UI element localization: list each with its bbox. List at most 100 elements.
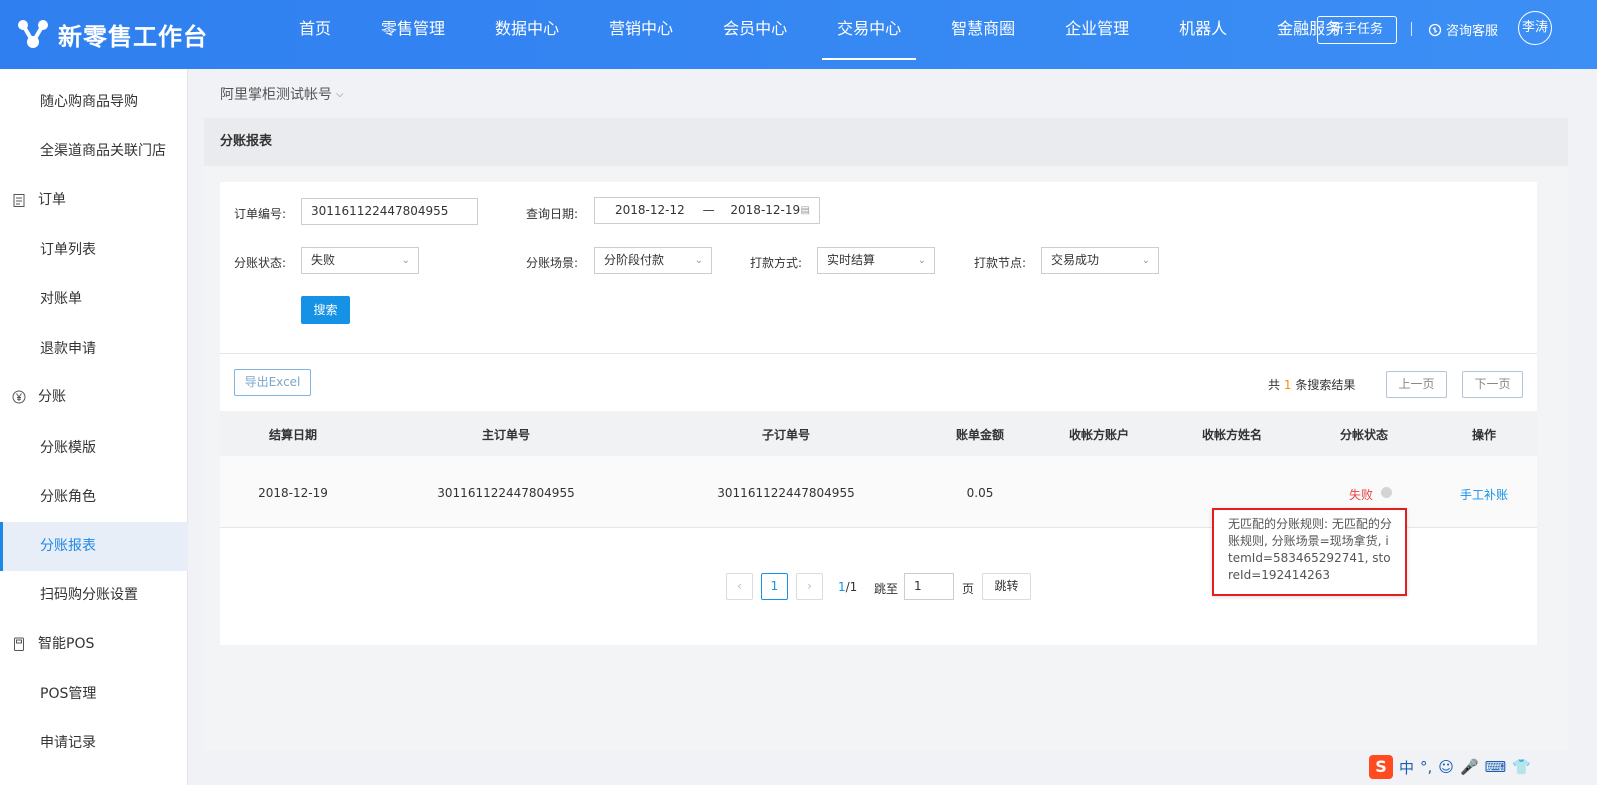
next-page-button[interactable]: 下一页 bbox=[1462, 371, 1523, 398]
nav-retail[interactable]: 零售管理 bbox=[366, 0, 460, 69]
ime-keyboard-icon[interactable]: ⌨ bbox=[1485, 758, 1507, 776]
page-unit: 页 bbox=[962, 582, 975, 596]
manual-reconcile-link[interactable]: 手工补账 bbox=[1460, 486, 1508, 503]
logo-icon bbox=[18, 20, 48, 48]
sidebar-group-label: 分账 bbox=[38, 389, 66, 405]
support-label: 咨询客服 bbox=[1446, 24, 1499, 39]
scene-select[interactable]: 分阶段付款 ⌄ bbox=[594, 247, 712, 274]
account-switcher[interactable]: 阿里掌柜测试帐号 ⌵ bbox=[220, 84, 344, 104]
headset-icon bbox=[1428, 23, 1442, 36]
sidebar-item-refund[interactable]: 退款申请 bbox=[0, 325, 188, 374]
nav-marketing[interactable]: 营销中心 bbox=[594, 0, 688, 69]
page-title: 分账报表 bbox=[204, 118, 1568, 166]
date-start: 2018-12-12 bbox=[615, 203, 685, 217]
clipboard-icon bbox=[12, 193, 26, 207]
sidebar-item-split-template[interactable]: 分账模版 bbox=[0, 424, 188, 473]
pay-method-label: 打款方式: bbox=[750, 256, 803, 270]
status-info-icon[interactable] bbox=[1381, 487, 1392, 498]
page-total: /1 bbox=[845, 580, 858, 594]
col-payee-account: 收帐方账户 bbox=[1068, 428, 1130, 442]
sogou-logo-icon[interactable]: S bbox=[1369, 755, 1393, 779]
sidebar-item-guide[interactable]: 随心购商品导购 bbox=[0, 78, 188, 127]
search-button[interactable]: 搜索 bbox=[301, 296, 350, 324]
top-navigation-bar: 新零售工作台 首页 零售管理 数据中心 营销中心 会员中心 交易中心 智慧商圈 … bbox=[0, 0, 1597, 69]
sidebar: 随心购商品导购 全渠道商品关联门店 订单 订单列表 对账单 退款申请 分账 分账… bbox=[0, 69, 188, 785]
pager-prev-button[interactable]: ‹ bbox=[726, 573, 753, 600]
col-settle-date: 结算日期 bbox=[268, 428, 318, 442]
chevron-down-icon: ⌄ bbox=[917, 255, 926, 266]
calendar-icon: ▤ bbox=[800, 205, 810, 216]
nav-smart-district[interactable]: 智慧商圈 bbox=[936, 0, 1030, 69]
chevron-down-icon: ⌄ bbox=[401, 255, 410, 266]
pager-page-1[interactable]: 1 bbox=[761, 573, 788, 600]
ime-toolbar: S 中 °, ☺ 🎤 ⌨ 👕 bbox=[1366, 749, 1597, 785]
sidebar-item-apply-record[interactable]: 申请记录 bbox=[0, 719, 188, 768]
sidebar-group-orders[interactable]: 订单 bbox=[0, 176, 188, 225]
failure-reason-tooltip: 无匹配的分账规则: 无匹配的分账规则, 分账场景=现场拿货, itemId=58… bbox=[1212, 508, 1407, 596]
prev-page-button[interactable]: 上一页 bbox=[1386, 371, 1447, 398]
ime-voice-icon[interactable]: 🎤 bbox=[1460, 758, 1479, 776]
sidebar-item-pos-manage[interactable]: POS管理 bbox=[0, 670, 188, 719]
sidebar-group-split[interactable]: 分账 bbox=[0, 373, 188, 422]
sidebar-item-scan-split-settings[interactable]: 扫码购分账设置 bbox=[0, 571, 188, 620]
sidebar-item-omnichannel-store[interactable]: 全渠道商品关联门店 bbox=[0, 127, 188, 176]
cell-main-order: 301161122447804955 bbox=[437, 486, 575, 500]
app-title: 新零售工作台 bbox=[58, 22, 208, 51]
nav-members[interactable]: 会员中心 bbox=[708, 0, 802, 69]
nav-robot[interactable]: 机器人 bbox=[1164, 0, 1242, 69]
result-count-prefix: 共 bbox=[1268, 378, 1281, 392]
sidebar-group-pos[interactable]: 智能POS bbox=[0, 620, 188, 669]
jump-page-input[interactable]: 1 bbox=[904, 573, 954, 600]
pay-node-select[interactable]: 交易成功 ⌄ bbox=[1041, 247, 1159, 274]
logo[interactable]: 新零售工作台 bbox=[16, 14, 208, 54]
cell-amount: 0.05 bbox=[966, 486, 994, 500]
nav-divider bbox=[1411, 22, 1412, 36]
order-no-input[interactable]: 301161122447804955 bbox=[301, 198, 478, 225]
jump-label: 跳至 bbox=[874, 582, 899, 596]
pay-node-value: 交易成功 bbox=[1051, 253, 1100, 267]
pay-method-value: 实时结算 bbox=[827, 253, 876, 267]
sidebar-item-split-role[interactable]: 分账角色 bbox=[0, 473, 188, 522]
chevron-down-icon: ⌄ bbox=[694, 255, 703, 266]
nav-enterprise[interactable]: 企业管理 bbox=[1050, 0, 1144, 69]
export-excel-button[interactable]: 导出Excel bbox=[234, 369, 311, 396]
status-label: 分账状态: bbox=[234, 256, 287, 270]
ime-skin-icon[interactable]: 👕 bbox=[1512, 758, 1531, 776]
chevron-down-icon: ⌵ bbox=[336, 88, 344, 100]
nav-data[interactable]: 数据中心 bbox=[480, 0, 574, 69]
pay-node-label: 打款节点: bbox=[974, 256, 1027, 270]
col-main-order: 主订单号 bbox=[481, 428, 531, 442]
col-action: 操作 bbox=[1471, 428, 1497, 442]
result-count: 共 1 条搜索结果 bbox=[1268, 376, 1355, 393]
support-link[interactable]: 咨询客服 bbox=[1428, 20, 1498, 39]
col-payee-name: 收帐方姓名 bbox=[1201, 428, 1263, 442]
new-task-button[interactable]: 新手任务 bbox=[1317, 16, 1397, 44]
page-current: 1 bbox=[838, 580, 846, 594]
sidebar-item-split-report[interactable]: 分账报表 bbox=[0, 522, 188, 571]
ime-punct[interactable]: °, bbox=[1420, 758, 1432, 776]
nav-trade[interactable]: 交易中心 bbox=[822, 0, 917, 69]
result-count-number: 1 bbox=[1283, 378, 1292, 392]
scene-value: 分阶段付款 bbox=[604, 253, 665, 267]
date-range-picker[interactable]: 2018-12-12 — 2018-12-19 ▤ bbox=[594, 197, 820, 224]
sidebar-item-statement[interactable]: 对账单 bbox=[0, 275, 188, 324]
divider bbox=[220, 353, 1537, 354]
status-select[interactable]: 失败 ⌄ bbox=[301, 247, 419, 274]
user-avatar[interactable]: 李涛 bbox=[1518, 11, 1552, 45]
ime-emoji-icon[interactable]: ☺ bbox=[1438, 758, 1454, 776]
col-amount: 账单金额 bbox=[955, 428, 1005, 442]
pager-next-button[interactable]: › bbox=[796, 573, 823, 600]
sidebar-item-order-list[interactable]: 订单列表 bbox=[0, 226, 188, 275]
order-no-label: 订单编号: bbox=[234, 207, 287, 221]
scene-label: 分账场景: bbox=[526, 256, 579, 270]
jump-button[interactable]: 跳转 bbox=[982, 573, 1031, 600]
page-indicator: 1/1 bbox=[838, 580, 857, 594]
cell-settle-date: 2018-12-19 bbox=[258, 486, 328, 500]
result-count-suffix: 条搜索结果 bbox=[1295, 378, 1356, 392]
date-end: 2018-12-19 bbox=[730, 203, 801, 217]
sidebar-group-label: 智能POS bbox=[38, 636, 95, 652]
nav-home[interactable]: 首页 bbox=[284, 0, 346, 69]
sidebar-group-label: 订单 bbox=[38, 192, 66, 208]
ime-lang[interactable]: 中 bbox=[1399, 757, 1414, 778]
pay-method-select[interactable]: 实时结算 ⌄ bbox=[817, 247, 935, 274]
